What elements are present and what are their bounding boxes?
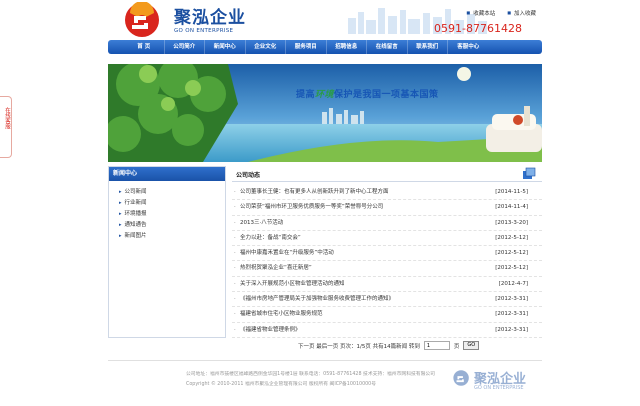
add-favorite-link[interactable]: 加入收藏 [507, 9, 536, 17]
page-jump-input[interactable] [423, 341, 450, 350]
sidebar-item-notices[interactable]: 通知通告 [119, 220, 225, 231]
news-panel: 公司动态 公司董事长王健：也有更多人从创新跃升到了新中心工程方面 [2014-11… [232, 166, 542, 354]
news-item[interactable]: 公司董事长王健：也有更多人从创新跃升到了新中心工程方面 [2014-11-5] [232, 185, 542, 201]
main-nav: 首 页 公司简介 新闻中心 企业文化 服务项目 招聘信息 在线留言 联系我们 客… [108, 40, 542, 54]
news-date: [2014-11-4] [495, 204, 528, 211]
nav-message[interactable]: 在线留言 [367, 40, 408, 54]
news-panel-title: 公司动态 [236, 172, 261, 179]
sidebar-title: 新闻中心 [109, 167, 225, 181]
sidebar-item-environment[interactable]: 环境播报 [119, 209, 225, 220]
news-item[interactable]: 关于深入开展规范小区物业管理活动的通知 [2012-4-7] [232, 277, 542, 292]
news-title[interactable]: 福建省城市住宅小区物业服务规范 [240, 311, 323, 317]
news-date: [2012-5-12] [495, 234, 528, 241]
footer-address: 公司地址：福州市鼓楼区福峰路西侧金华园1号楼1层 联系电话：0591-87761… [186, 372, 435, 377]
news-item[interactable]: 全力以赴：备战“南交会” [2012-5-12] [232, 231, 542, 246]
sidebar-list: 公司新闻 行业新闻 环境播报 通知通告 新闻图片 [109, 181, 225, 242]
banner-scenery [108, 64, 542, 162]
news-item[interactable]: 2013三·八节活动 [2013-3-20] [232, 216, 542, 231]
pagination-text[interactable]: 下一页 最后一页 页次：1/5页 共有14篇新闻 转到 [298, 342, 420, 350]
news-title[interactable]: 全力以赴：备战“南交会” [240, 235, 301, 241]
nav-news[interactable]: 新闻中心 [205, 40, 246, 54]
logo-icon[interactable] [122, 2, 166, 38]
page-unit-label: 页 [453, 343, 460, 350]
banner-slogan: 提高环境保护是我国一项基本国策 [296, 87, 439, 100]
news-date: [2012-5-12] [495, 265, 528, 272]
footer-divider [108, 360, 542, 361]
news-date: [2012-3-31] [495, 326, 528, 333]
phone-number: 0591-87761428 [434, 22, 522, 35]
footer-logo: 聚泓企业 GO ON ENTERPRISE [452, 368, 542, 398]
header: 聚泓企业 GO ON ENTERPRISE 收藏本站 加入收藏 0591-877… [108, 0, 542, 40]
footer: 公司地址：福州市鼓楼区福峰路西侧金华园1号楼1层 联系电话：0591-87761… [186, 370, 466, 390]
sidebar-item-company-news[interactable]: 公司新闻 [119, 187, 225, 198]
nav-contact[interactable]: 联系我们 [408, 40, 448, 54]
banner-slogan-highlight: 环境 [315, 90, 335, 100]
nav-jobs[interactable]: 招聘信息 [327, 40, 367, 54]
news-panel-header: 公司动态 [232, 166, 542, 182]
nav-support[interactable]: 客服中心 [448, 40, 489, 54]
news-title[interactable]: 热烈祝贺聚泓企业“喜迁新居” [240, 265, 312, 271]
top-links: 收藏本站 加入收藏 [466, 9, 536, 17]
news-date: [2012-4-7] [498, 280, 528, 287]
news-icon [523, 167, 536, 179]
banner-slogan-suffix: 保护是我国一项基本国策 [334, 90, 439, 100]
news-date: [2012-3-31] [495, 311, 528, 318]
news-title[interactable]: 《福建省物业管理条例》 [240, 327, 301, 333]
footer-copyright: Copyright © 2010-2011 福州市聚泓企业管理有限公司 版权所有… [186, 382, 377, 387]
sidebar-item-news-photos[interactable]: 新闻图片 [119, 231, 225, 242]
news-title[interactable]: 公司董事长王健：也有更多人从创新跃升到了新中心工程方面 [240, 189, 389, 195]
news-title[interactable]: 2013三·八节活动 [240, 220, 283, 226]
online-service-tab[interactable]: 在线客服 [0, 96, 12, 158]
news-date: [2012-5-12] [495, 250, 528, 257]
bookmark-link[interactable]: 收藏本站 [466, 9, 495, 17]
news-item[interactable]: 福州中康嘉禾置业在“升级服务”中活动 [2012-5-12] [232, 246, 542, 262]
left-sidebar: 新闻中心 公司新闻 行业新闻 环境播报 通知通告 新闻图片 [108, 166, 226, 338]
news-item[interactable]: 福建省城市住宅小区物业服务规范 [2012-3-31] [232, 307, 542, 323]
nav-about[interactable]: 公司简介 [165, 40, 205, 54]
news-date: [2014-11-5] [495, 189, 528, 195]
banner-slogan-prefix: 提高 [296, 90, 316, 100]
logo-subtext: GO ON ENTERPRISE [174, 28, 234, 34]
news-title[interactable]: 福州中康嘉禾置业在“升级服务”中活动 [240, 250, 334, 256]
news-item[interactable]: 《福建省物业管理条例》 [2012-3-31] [232, 323, 542, 338]
nav-services[interactable]: 服务项目 [286, 40, 327, 54]
news-list: 公司董事长王健：也有更多人从创新跃升到了新中心工程方面 [2014-11-5] 公… [232, 182, 542, 338]
online-service-label: 在线客服 [4, 107, 10, 129]
news-item[interactable]: 《福州市房地产管理局关于加强物业服务收费管理工作的通知》 [2012-3-31] [232, 292, 542, 308]
nav-home[interactable]: 首 页 [124, 40, 165, 54]
news-item[interactable]: 公司荣获“福州市环卫服务优质服务一等奖”荣誉称号分公司 [2014-11-4] [232, 200, 542, 216]
news-date: [2013-3-20] [495, 219, 528, 226]
news-date: [2012-3-31] [495, 296, 528, 303]
go-button[interactable]: GO [463, 341, 480, 350]
sidebar-item-industry-news[interactable]: 行业新闻 [119, 198, 225, 209]
footer-logo-subtext: GO ON ENTERPRISE [474, 385, 524, 391]
news-item[interactable]: 热烈祝贺聚泓企业“喜迁新居” [2012-5-12] [232, 261, 542, 277]
nav-culture[interactable]: 企业文化 [246, 40, 286, 54]
news-title[interactable]: 公司荣获“福州市环卫服务优质服务一等奖”荣誉称号分公司 [240, 204, 383, 210]
hero-banner: 提高环境保护是我国一项基本国策 [108, 64, 542, 162]
news-title[interactable]: 关于深入开展规范小区物业管理活动的通知 [240, 281, 345, 287]
news-title[interactable]: 《福州市房地产管理局关于加强物业服务收费管理工作的通知》 [240, 296, 394, 302]
logo-text: 聚泓企业 [174, 8, 246, 28]
footer-logo-icon [453, 370, 469, 386]
pagination: 下一页 最后一页 页次：1/5页 共有14篇新闻 转到 页 GO [298, 341, 480, 350]
